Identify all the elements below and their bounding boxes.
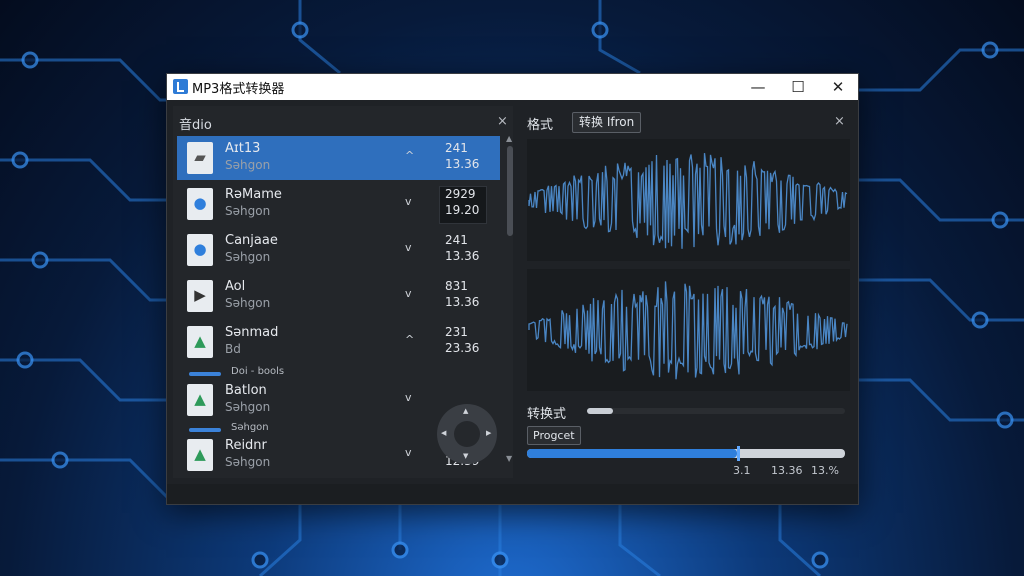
file-value: 241 bbox=[445, 141, 468, 155]
small-progress-track[interactable] bbox=[587, 408, 845, 414]
file-value: 241 bbox=[445, 233, 468, 247]
file-subtitle: Səhgon bbox=[225, 400, 271, 414]
panel-title: 音dio bbox=[179, 118, 212, 133]
image-icon: ▲ bbox=[187, 439, 213, 471]
file-duration: 13.36 bbox=[445, 249, 480, 263]
file-duration: 13.36 bbox=[445, 295, 480, 309]
chevron-down-icon[interactable]: v bbox=[405, 446, 412, 459]
image-icon: ▲ bbox=[187, 384, 213, 416]
close-button[interactable]: ✕ bbox=[818, 74, 858, 100]
file-name: Aol bbox=[225, 279, 246, 294]
chevron-down-icon[interactable]: v bbox=[405, 287, 412, 300]
file-name: Batlon bbox=[225, 383, 267, 398]
file-duration: 13.36 bbox=[445, 157, 480, 171]
dial-left-arrow-icon[interactable]: ◀ bbox=[441, 429, 446, 437]
progress-percent: 13.% bbox=[811, 464, 839, 477]
file-list-panel: 音dio × ▰ Aɪt13 Səhgon ^ 241 13.36 ● RəMa… bbox=[173, 106, 513, 478]
mini-bar-icon bbox=[189, 428, 221, 432]
file-row[interactable]: ▰ Aɪt13 Səhgon ^ 241 13.36 bbox=[177, 136, 500, 180]
dial-down-arrow-icon[interactable]: ▼ bbox=[463, 452, 468, 460]
file-value: 831 bbox=[445, 279, 468, 293]
format-label: 格式 bbox=[527, 118, 554, 133]
app-window: MP3格式转换器 — ☐ ✕ 音dio × ▰ Aɪt13 Səhgon ^ 2… bbox=[166, 73, 859, 505]
app-icon bbox=[173, 79, 188, 94]
file-name: RəMame bbox=[225, 187, 282, 202]
dial-up-arrow-icon[interactable]: ▲ bbox=[463, 407, 468, 415]
conversion-panel: 格式 转换 Ifron × 转换式 Progcet 3.1 13.36 13.% bbox=[521, 106, 852, 478]
navigation-dial[interactable]: ▲ ▼ ◀ ▶ bbox=[437, 404, 497, 464]
chevron-down-icon[interactable]: v bbox=[405, 241, 412, 254]
file-subtitle: Səhgon bbox=[225, 250, 271, 264]
file-row[interactable]: ● RəMame Səhgon v 2929 19.20 bbox=[177, 182, 500, 226]
chevron-up-icon[interactable]: ^ bbox=[405, 333, 414, 346]
file-row[interactable]: ▶ Aol Səhgon v 831 13.36 bbox=[177, 274, 500, 318]
mini-bar-icon bbox=[189, 372, 221, 376]
mini-text: Səhgon bbox=[231, 422, 269, 433]
convert-label: 转换式 bbox=[527, 407, 567, 422]
file-name: Sənmad bbox=[225, 325, 279, 340]
minimize-button[interactable]: — bbox=[738, 74, 778, 100]
time-elapsed: 3.1 bbox=[733, 464, 751, 477]
waveform-bottom bbox=[527, 269, 850, 391]
chevron-up-icon[interactable]: ^ bbox=[405, 149, 414, 162]
file-subtitle: Səhgon bbox=[225, 204, 271, 218]
panel-close-icon[interactable]: × bbox=[834, 114, 845, 129]
small-progress-fill bbox=[587, 408, 613, 414]
file-subtitle: Səhgon bbox=[225, 296, 271, 310]
waveform-bottom-svg bbox=[528, 281, 848, 380]
status-strip bbox=[167, 484, 858, 504]
panel-close-icon[interactable]: × bbox=[497, 114, 508, 129]
file-value: 2929 bbox=[445, 187, 476, 201]
dial-right-arrow-icon[interactable]: ▶ bbox=[486, 429, 491, 437]
file-row[interactable]: ▲ Sənmad Bd ^ 231 23.36 bbox=[177, 320, 500, 364]
conversion-progress-fill bbox=[527, 449, 737, 458]
scroll-down-icon[interactable]: ▼ bbox=[506, 454, 512, 463]
progress-button[interactable]: Progcet bbox=[527, 426, 581, 445]
file-name: Aɪt13 bbox=[225, 141, 261, 156]
drop-icon: ● bbox=[187, 234, 213, 266]
file-subtitle: Bd bbox=[225, 342, 241, 356]
shield-icon: ▰ bbox=[187, 142, 213, 174]
maximize-button[interactable]: ☐ bbox=[778, 74, 818, 100]
file-name: Canjaae bbox=[225, 233, 278, 248]
scroll-thumb[interactable] bbox=[507, 146, 513, 236]
image-icon: ▲ bbox=[187, 326, 213, 358]
file-subtitle: Səhgon bbox=[225, 455, 271, 469]
file-row[interactable]: ● Canjaae Səhgon v 241 13.36 bbox=[177, 228, 500, 272]
chevron-down-icon[interactable]: v bbox=[405, 391, 412, 404]
file-duration: 23.36 bbox=[445, 341, 480, 355]
format-convert-button[interactable]: 转换 Ifron bbox=[572, 112, 642, 133]
play-icon: ▶ bbox=[187, 280, 213, 312]
dial-center-button[interactable] bbox=[454, 421, 480, 447]
file-list-scrollbar[interactable]: ▲ ▼ bbox=[506, 134, 514, 464]
waveform-top-svg bbox=[528, 153, 848, 249]
mini-text: Doi - bools bbox=[231, 366, 285, 377]
progress-marker[interactable] bbox=[736, 446, 740, 461]
file-name: Reidnr bbox=[225, 438, 267, 453]
window-title: MP3格式转换器 bbox=[192, 82, 285, 97]
file-subtitle: Səhgon bbox=[225, 158, 271, 172]
title-bar: MP3格式转换器 — ☐ ✕ bbox=[167, 74, 858, 100]
conversion-progress-track[interactable] bbox=[527, 446, 845, 461]
drop-icon: ● bbox=[187, 188, 213, 220]
file-value: 231 bbox=[445, 325, 468, 339]
time-total: 13.36 bbox=[771, 464, 803, 477]
chevron-down-icon[interactable]: v bbox=[405, 195, 412, 208]
file-duration: 19.20 bbox=[445, 203, 480, 217]
waveform-top bbox=[527, 139, 850, 261]
scroll-up-icon[interactable]: ▲ bbox=[506, 134, 512, 143]
